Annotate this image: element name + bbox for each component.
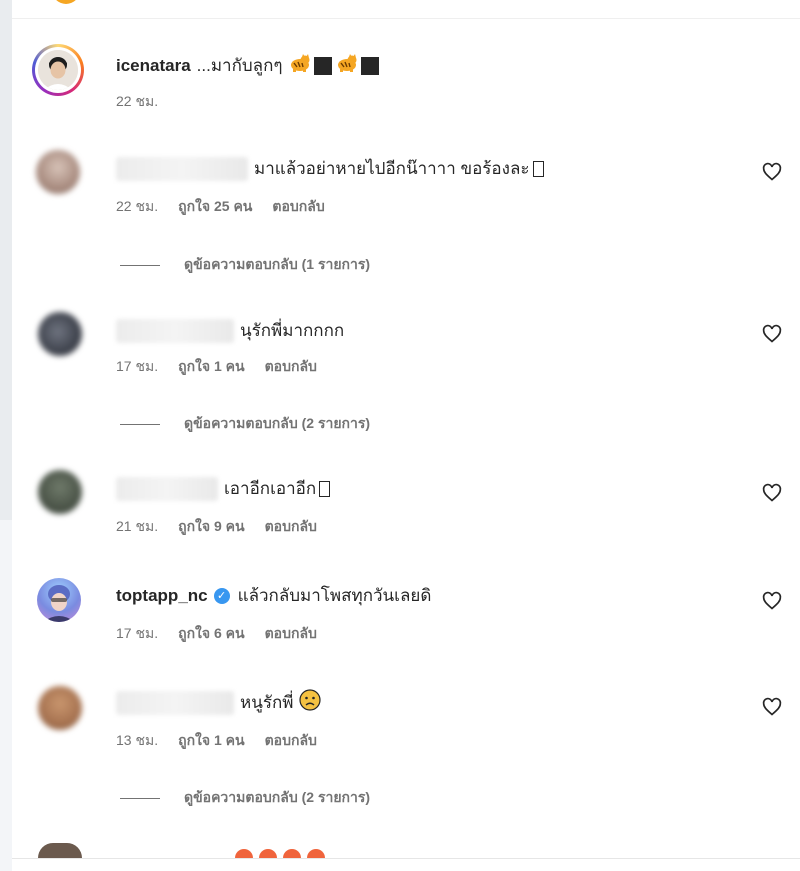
comment-text: นุรักพี่มากกกก bbox=[240, 321, 345, 340]
avatar[interactable] bbox=[38, 843, 82, 858]
divider bbox=[120, 423, 160, 425]
comment-time[interactable]: 21 ชม. bbox=[116, 516, 158, 538]
comment-time[interactable]: 22 ชม. bbox=[116, 91, 158, 113]
view-replies-label: ดูข้อความตอบกลับ (2 รายการ) bbox=[184, 415, 371, 431]
heart-icon[interactable] bbox=[762, 697, 782, 717]
comment-text: มาแล้วอย่าหายไปอีกน๊าาาา ขอร้องละ bbox=[254, 159, 530, 178]
comment-text: เอาอีกเอาอีก bbox=[224, 479, 317, 498]
comment-text: หนูรักพี่ bbox=[240, 693, 294, 712]
verified-badge-icon: ✓ bbox=[213, 587, 230, 604]
comment-username[interactable]: toptapp_nc bbox=[116, 586, 208, 606]
avatar[interactable] bbox=[38, 312, 82, 356]
comment-time[interactable]: 13 ชม. bbox=[116, 730, 158, 752]
like-count[interactable]: ถูกใจ 9 คน bbox=[178, 516, 245, 538]
heart-icon[interactable] bbox=[762, 324, 782, 344]
reply-button[interactable]: ตอบกลับ bbox=[265, 516, 317, 538]
comment-time[interactable]: 17 ชม. bbox=[116, 623, 158, 645]
divider bbox=[120, 797, 160, 799]
view-replies-label: ดูข้อความตอบกลับ (2 รายการ) bbox=[184, 789, 371, 805]
avatar[interactable] bbox=[37, 578, 81, 622]
avatar[interactable] bbox=[38, 470, 82, 514]
comment-text: แล้วกลับมาโพสทุกวันเลยดิ bbox=[237, 586, 432, 605]
comment-username[interactable] bbox=[116, 690, 234, 715]
like-count[interactable]: ถูกใจ 6 คน bbox=[178, 623, 245, 645]
like-count[interactable]: ถูกใจ 1 คน bbox=[178, 730, 245, 752]
like-count[interactable]: ถูกใจ 25 คน bbox=[178, 196, 252, 218]
view-replies-button[interactable]: ดูข้อความตอบกลับ (2 รายการ) bbox=[120, 413, 370, 435]
missing-glyph-icon bbox=[319, 480, 331, 497]
divider bbox=[12, 858, 800, 859]
black-square-icon bbox=[360, 56, 379, 75]
cat-icon bbox=[289, 54, 311, 77]
reply-button[interactable]: ตอบกลับ bbox=[272, 196, 324, 218]
cat-icon bbox=[336, 54, 358, 77]
avatar[interactable] bbox=[36, 150, 80, 194]
view-replies-label: ดูข้อความตอบกลับ (1 รายการ) bbox=[184, 256, 371, 272]
comment-text: ...มากับลูกๆ bbox=[196, 56, 283, 75]
like-count[interactable]: ถูกใจ 1 คน bbox=[178, 356, 245, 378]
view-replies-button[interactable]: ดูข้อความตอบกลับ (2 รายการ) bbox=[120, 787, 370, 809]
comment-time[interactable]: 17 ชม. bbox=[116, 356, 158, 378]
black-square-icon bbox=[313, 56, 332, 75]
heart-icon[interactable] bbox=[762, 591, 782, 611]
missing-glyph-icon bbox=[532, 160, 544, 177]
comment-time[interactable]: 22 ชม. bbox=[116, 196, 158, 218]
background-strip bbox=[0, 0, 12, 871]
divider bbox=[120, 264, 160, 266]
heart-icon[interactable] bbox=[762, 162, 782, 182]
reply-button[interactable]: ตอบกลับ bbox=[265, 623, 317, 645]
heart-icon[interactable] bbox=[762, 483, 782, 503]
emoji-row bbox=[234, 848, 354, 858]
reply-button[interactable]: ตอบกลับ bbox=[265, 356, 317, 378]
comment-username[interactable] bbox=[116, 318, 234, 343]
divider bbox=[12, 18, 800, 19]
avatar[interactable] bbox=[38, 686, 82, 730]
comment-username[interactable] bbox=[116, 156, 248, 181]
avatar[interactable] bbox=[32, 44, 84, 96]
view-replies-button[interactable]: ดูข้อความตอบกลับ (1 รายการ) bbox=[120, 254, 370, 276]
comment-username[interactable] bbox=[116, 476, 218, 501]
reply-button[interactable]: ตอบกลับ bbox=[265, 730, 317, 752]
comment-username[interactable]: icenatara bbox=[116, 56, 191, 76]
sad-face-icon bbox=[299, 689, 322, 716]
